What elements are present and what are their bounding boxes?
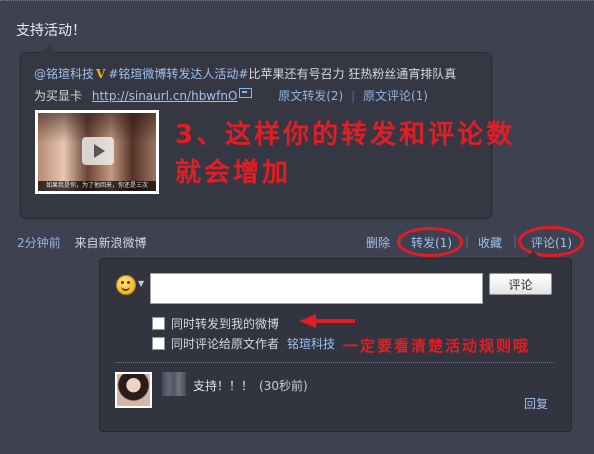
quote-pointer [41,45,57,53]
post-meta: 2分钟前 来自新浪微博 [17,234,146,251]
avatar[interactable] [115,372,152,408]
annotation-line-3: 一定要看清楚活动规则哦 [343,337,531,355]
reply-link[interactable]: 回复 [524,395,548,412]
forward-checkbox[interactable] [152,317,165,330]
comment-author-option: 同时评论给原文作者 铭瑄科技 [152,335,335,352]
link-icon [239,88,253,98]
chevron-down-icon[interactable]: ▼ [138,279,144,288]
post-time-link[interactable]: 2分钟前 [17,236,61,250]
quoted-author-link[interactable]: @铭瑄科技 [34,67,94,81]
play-icon[interactable] [82,137,114,165]
forward-option-label: 同时转发到我的微博 [171,317,280,331]
forward-highlight-ellipse [397,227,463,257]
comment-author-option-label: 同时评论给原文作者 [171,337,280,351]
annotation-arrow [315,319,355,323]
video-thumbnail[interactable]: 如果我是你，为了他回来，你还是三次 [35,110,159,194]
comment-input[interactable] [150,273,483,304]
comment-panel: ▼ 评论 同时转发到我的微博 同时评论给原文作者 铭瑄科技 一定要看清楚活动规则哦… [99,251,572,432]
annotation-line-2: 就会增加 [175,158,292,188]
quoted-text: 比苹果还有号召力 狂热粉丝通宵排队真 [248,67,457,81]
comment-divider [116,362,554,363]
action-separator: | [513,234,518,248]
emoticon-icon[interactable] [116,275,136,295]
separator: | [351,89,356,103]
short-url-link[interactable]: http://sinaurl.cn/hbwfnO [92,89,238,103]
original-forward-link[interactable]: 原文转发(2) [278,89,343,103]
original-comment-link[interactable]: 原文评论(1) [363,89,428,103]
action-separator: | [465,234,470,248]
video-subtitle: 如果我是你，为了他回来，你还是三次 [38,181,156,191]
comment-text: 支持！！！ [193,379,254,393]
video-still: 如果我是你，为了他回来，你还是三次 [38,113,156,191]
quoted-text-continued: 为买显卡 [34,89,83,103]
comment-panel-pointer [525,251,541,259]
favorite-link[interactable]: 收藏 [478,234,502,251]
top-divider [0,0,594,5]
blurred-username [162,372,186,396]
comment-time: (30秒前) [259,379,308,393]
hashtag-link[interactable]: #铭瑄微博转发达人活动# [108,67,248,81]
submit-comment-button[interactable]: 评论 [489,273,552,295]
quoted-post-line-2: 为买显卡 http://sinaurl.cn/hbwfnO 原文转发(2) | … [34,87,428,104]
verified-badge-icon: V [96,67,106,81]
post-source: 来自新浪微博 [74,236,147,250]
original-author-link[interactable]: 铭瑄科技 [287,337,335,351]
comment-author-checkbox[interactable] [152,337,165,350]
annotation-line-1: 3、这样你的转发和评论数 [175,120,516,150]
post-text: 支持活动！ [16,23,86,39]
quoted-post-line-1: @铭瑄科技 V #铭瑄微博转发达人活动#比苹果还有号召力 狂热粉丝通宵排队真 [34,65,456,82]
forward-option: 同时转发到我的微博 [152,315,279,332]
comment-item: 支持！！！ (30秒前) [193,377,308,394]
delete-link[interactable]: 删除 [366,234,390,251]
annotation-arrow-head [299,314,316,328]
